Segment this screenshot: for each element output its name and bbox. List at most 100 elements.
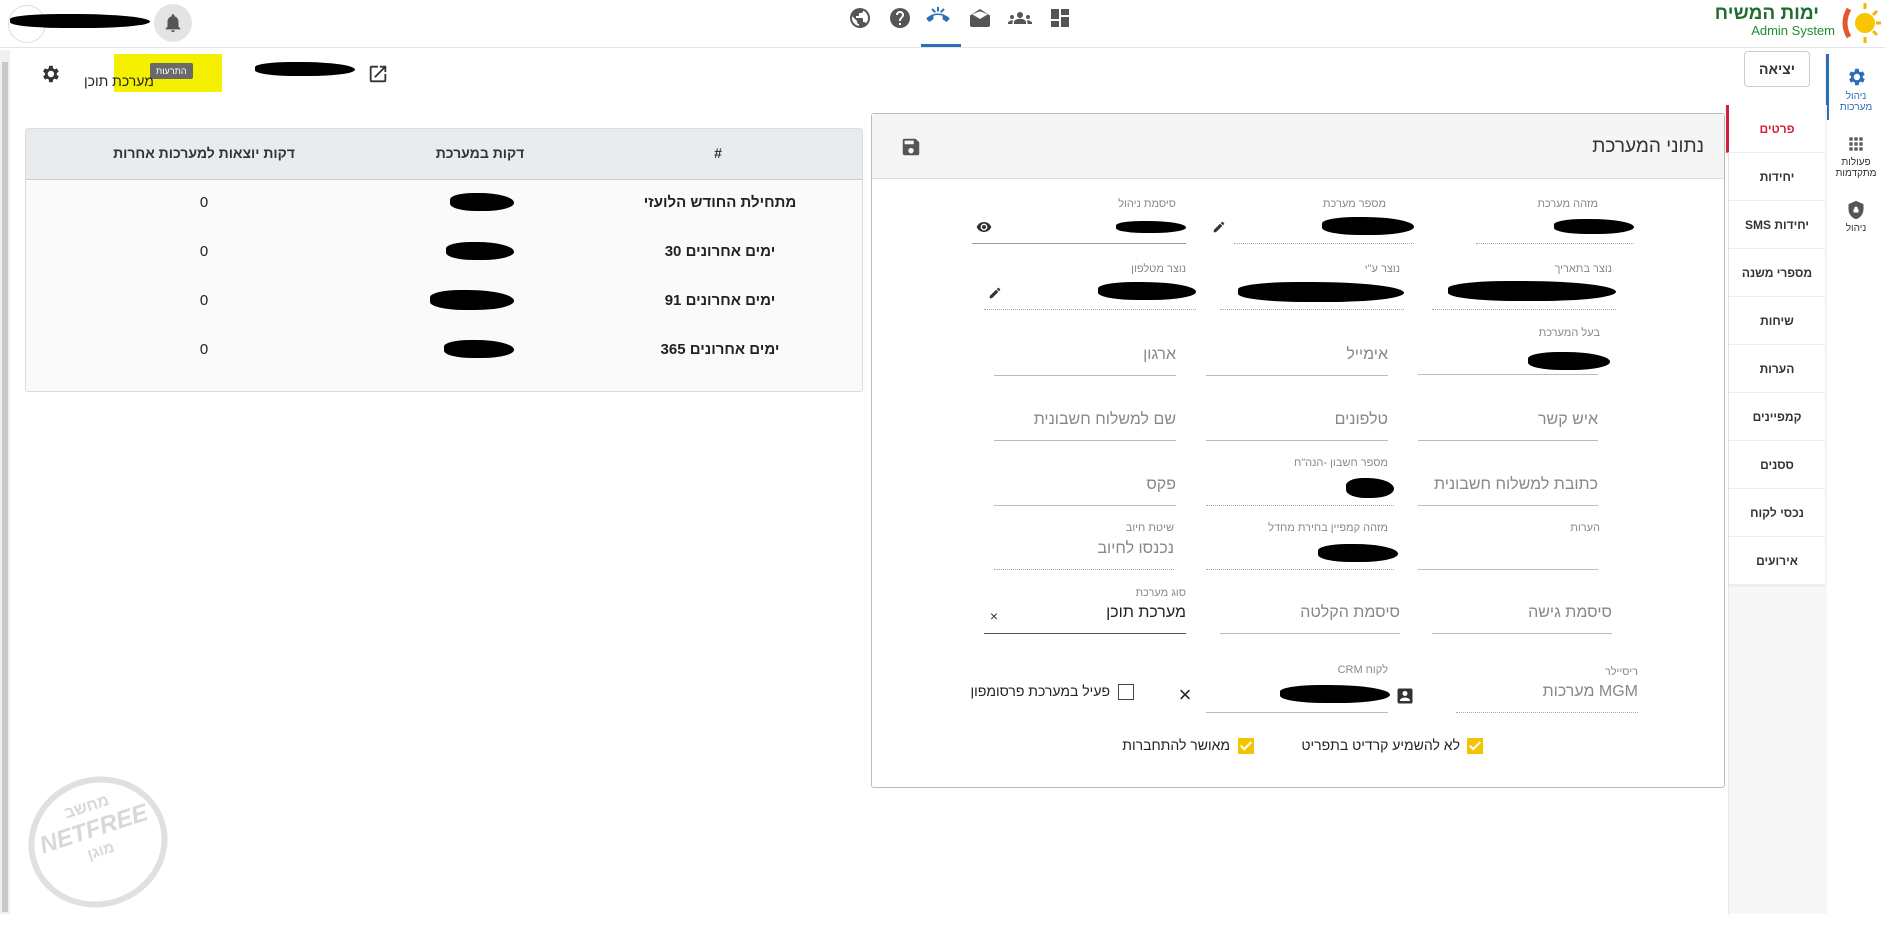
redacted-value <box>1318 544 1398 562</box>
system-name: מערכת תוכן <box>84 73 154 89</box>
phone-ringing-icon <box>926 7 950 22</box>
label-owner: בעל המערכת <box>1538 327 1600 339</box>
redacted-value <box>1448 281 1616 301</box>
label-crm-client: לקוח CRM <box>1337 664 1388 676</box>
nav-global[interactable] <box>848 6 876 34</box>
rail-label: ניהול מערכות <box>1839 91 1873 113</box>
row-outgoing: 0 <box>199 292 209 309</box>
brand-subtitle: Admin System <box>1751 23 1835 38</box>
open-external-button[interactable] <box>364 60 392 88</box>
redacted-value <box>1116 221 1186 233</box>
redacted-system-title <box>255 62 355 76</box>
nav-dashboard[interactable] <box>1048 6 1076 34</box>
globe-icon <box>850 8 870 28</box>
edit-phone-button[interactable] <box>986 284 1004 302</box>
billing-name-field[interactable]: שם למשלוח חשבונית <box>994 411 1176 441</box>
tab-details[interactable]: פרטים <box>1726 105 1825 153</box>
redacted-value <box>1280 685 1390 703</box>
tab-calls[interactable]: שיחות <box>1729 297 1825 345</box>
rail-item-advanced[interactable]: פעולות מתקדמות <box>1830 128 1882 194</box>
notes-field[interactable] <box>1418 540 1598 570</box>
row-period: מתחילת החודש הלועזי <box>643 194 797 211</box>
tab-sub-numbers[interactable]: מספרי משנה <box>1729 249 1825 297</box>
no-credit-label: לא להשמיע קרדיט בתפריט <box>1301 737 1460 753</box>
tab-events[interactable]: אירועים <box>1729 537 1825 585</box>
row-period: 91 ימים אחרונים <box>664 292 776 309</box>
page-scrollbar[interactable] <box>0 50 10 914</box>
dashboard-icon <box>1051 9 1069 27</box>
open-in-new-icon <box>369 65 387 83</box>
notifications-tooltip: התרעות <box>150 63 193 79</box>
billing-address-field[interactable]: כתובת למשלוח חשבונית <box>1418 476 1598 506</box>
nav-help[interactable] <box>888 6 916 34</box>
save-button[interactable] <box>898 134 924 160</box>
nav-phone[interactable] <box>926 6 954 34</box>
redacted-value <box>1554 219 1634 234</box>
label-account-number: מספר חשבון -הנה"ח <box>1294 457 1388 469</box>
notifications-button[interactable] <box>154 4 192 42</box>
clear-system-type-button[interactable]: × <box>986 608 1002 624</box>
col-header-index: # <box>714 145 722 161</box>
contact-card-icon <box>1397 688 1413 704</box>
organization-field[interactable]: ארגון <box>994 346 1176 376</box>
show-password-button[interactable] <box>974 218 994 236</box>
label-reseller: ריסיילר <box>1604 666 1638 678</box>
promo-active-checkbox[interactable] <box>1118 684 1134 700</box>
exit-button[interactable]: יציאה <box>1744 51 1810 87</box>
redacted-value <box>1322 217 1414 235</box>
top-bar: ימות המשיח Admin System <box>0 0 1885 48</box>
rail-label: ניהול <box>1845 223 1867 234</box>
gear-icon <box>1849 68 1865 86</box>
label-admin-password: סיסמת ניהול <box>1118 198 1176 210</box>
no-credit-checkbox[interactable] <box>1467 738 1483 754</box>
reseller-field[interactable]: MGM מערכות <box>1456 683 1638 713</box>
label-created-from-phone: נוצר מטלפון <box>1131 263 1186 275</box>
save-icon <box>902 138 920 156</box>
tab-units[interactable]: יחידות <box>1729 153 1825 201</box>
recording-password-field[interactable]: סיסמת הקלטה <box>1220 604 1400 634</box>
settings-button[interactable] <box>36 60 64 88</box>
label-campaign-id: מזהה קמפיין בחירת מחדל <box>1268 522 1388 534</box>
login-approved-label: מאושר להתחברות <box>1122 737 1230 753</box>
card-title: נתוני המערכת <box>1592 136 1704 157</box>
apps-grid-icon <box>1849 137 1863 151</box>
edit-system-number-button[interactable] <box>1210 218 1228 236</box>
redacted-username <box>10 14 150 28</box>
login-approved-checkbox[interactable] <box>1238 738 1254 754</box>
clear-crm-button[interactable]: × <box>1174 682 1196 707</box>
fax-field[interactable]: פקס <box>994 476 1176 506</box>
label-notes: הערות <box>1570 522 1600 534</box>
redacted-value <box>446 242 514 260</box>
mail-open-icon <box>970 9 990 27</box>
col-header-system-minutes: דקות במערכת <box>435 145 525 161</box>
rail-item-manage[interactable]: ניהול <box>1830 196 1882 256</box>
row-period: 365 ימים אחרונים <box>660 341 780 358</box>
redacted-value <box>430 290 514 310</box>
tab-sms-units[interactable]: יחידות SMS <box>1729 201 1825 249</box>
tab-campaigns[interactable]: קמפיינים <box>1729 393 1825 441</box>
label-system-type: סוג מערכת <box>1135 587 1186 599</box>
contact-field[interactable]: איש קשר <box>1418 411 1598 441</box>
email-field[interactable]: אימייל <box>1206 346 1388 376</box>
system-type-select[interactable]: מערכת תוכן <box>984 604 1186 634</box>
access-password-field[interactable]: סיסמת גישה <box>1432 604 1612 634</box>
crm-contact-button[interactable] <box>1394 685 1416 707</box>
billing-method-field[interactable]: נכנסו לחיוב <box>994 540 1174 570</box>
tab-sessions[interactable]: ססנים <box>1729 441 1825 489</box>
row-period: 30 ימים אחרונים <box>664 243 776 260</box>
label-created-by: נוצר ע"י <box>1364 263 1400 275</box>
pencil-icon <box>1213 221 1225 233</box>
nav-mail[interactable] <box>968 6 996 34</box>
row-outgoing: 0 <box>199 194 209 211</box>
netfree-watermark: מחשב NETFREE מוגן <box>11 758 185 925</box>
tab-client-assets[interactable]: נכסי לקוח <box>1729 489 1825 537</box>
nav-users[interactable] <box>1008 6 1036 34</box>
rail-item-systems[interactable]: ניהול מערכות <box>1826 54 1882 120</box>
rail-label: פעולות מתקדמות <box>1835 157 1877 179</box>
nav-active-indicator <box>921 44 961 47</box>
sun-logo-icon <box>1842 3 1881 43</box>
tab-notes[interactable]: הערות <box>1729 345 1825 393</box>
redacted-value <box>1098 282 1196 300</box>
phones-field[interactable]: טלפונים <box>1206 411 1388 441</box>
row-outgoing: 0 <box>199 341 209 358</box>
